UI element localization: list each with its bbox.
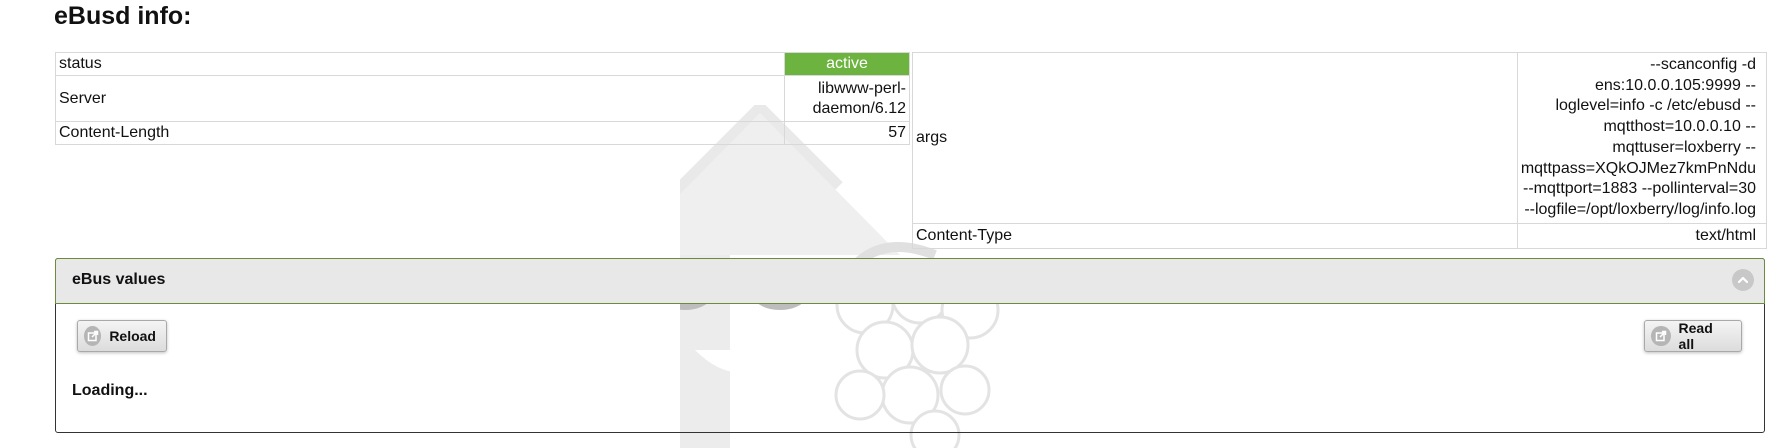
args-text: --scanconfig -d ens:10.0.0.105:9999 --lo… [1520,56,1757,218]
reload-button[interactable]: Reload [77,320,167,352]
table-row: Content-Length 57 [54,121,910,145]
content-length-value: 57 [784,121,910,145]
collapse-button[interactable] [1732,269,1754,291]
chevron-up-icon [1737,276,1749,284]
server-value: libwww-perl-daemon/6.12 [784,75,910,122]
external-link-icon [84,326,102,346]
table-row: args --scanconfig -d ens:10.0.0.105:9999… [912,52,1768,224]
ebus-values-panel: eBus values Reload Read all Loading... [55,258,1765,433]
reload-label: Reload [109,328,156,344]
status-key: status [54,52,786,76]
external-link-icon [1651,326,1671,346]
status-badge: active [784,52,910,76]
read-all-label: Read all [1678,320,1713,352]
content-type-value: text/html [1516,222,1768,250]
args-key: args [912,52,1518,224]
panel-title: eBus values [72,271,166,288]
table-row: Content-Type text/html [912,222,1768,250]
read-all-button[interactable]: Read all [1644,320,1742,352]
content-length-key: Content-Length [54,121,786,145]
table-row: Server libwww-perl-daemon/6.12 [54,75,910,122]
table-row: status active [54,52,910,76]
page: eBusd info: status active Server libwww-… [0,0,1785,448]
server-key: Server [54,75,786,122]
page-title: eBusd info: [54,2,192,30]
loading-text: Loading... [72,382,148,399]
info-table-right: args --scanconfig -d ens:10.0.0.105:9999… [912,52,1768,250]
info-table-left: status active Server libwww-perl-daemon/… [54,52,910,145]
panel-header[interactable]: eBus values [55,258,1765,304]
args-value: --scanconfig -d ens:10.0.0.105:9999 --lo… [1516,52,1768,224]
content-type-key: Content-Type [912,222,1518,250]
